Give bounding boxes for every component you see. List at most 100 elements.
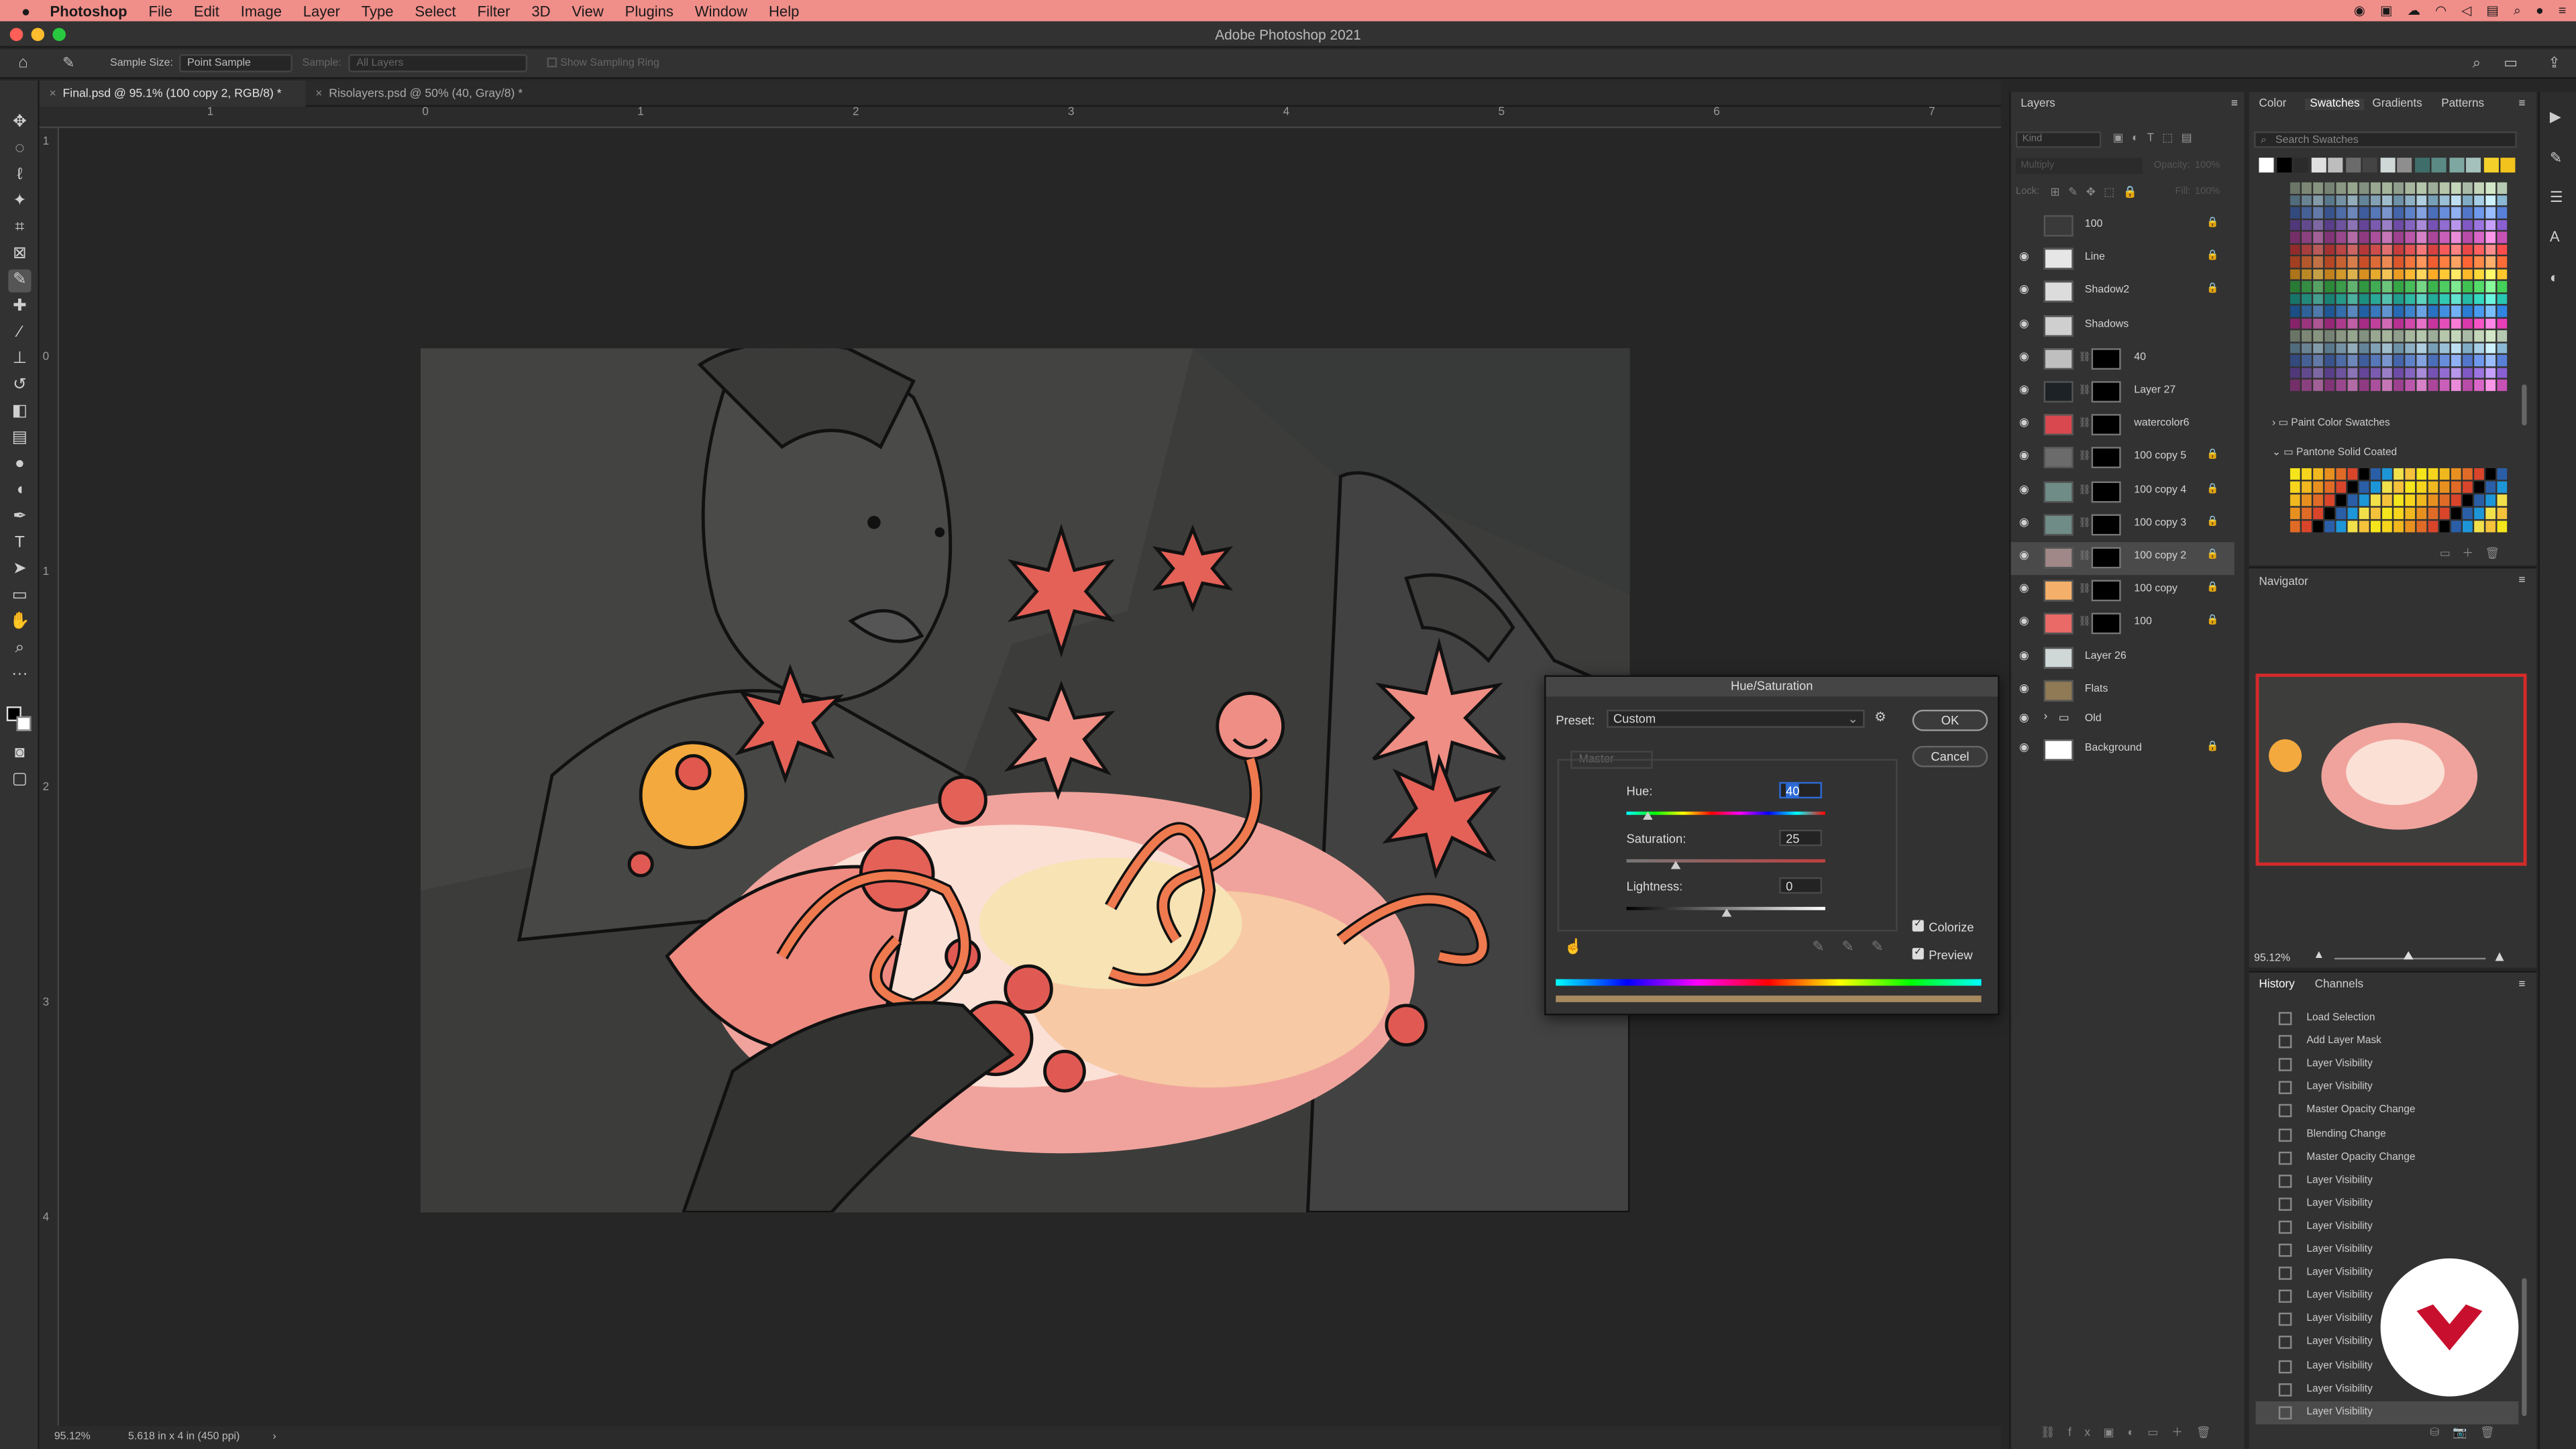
swatch[interactable]: [2463, 231, 2473, 243]
layer-name[interactable]: Layer 26: [2085, 650, 2127, 661]
panel-menu-icon[interactable]: ≡: [2518, 99, 2525, 110]
visibility-eye-icon[interactable]: ◉: [2019, 616, 2033, 630]
eyedropper-icon[interactable]: ✎: [1812, 938, 1824, 956]
swatch[interactable]: [2359, 305, 2369, 317]
swatch[interactable]: [2485, 195, 2496, 206]
swatch[interactable]: [2416, 342, 2427, 354]
swatch[interactable]: [2359, 195, 2369, 206]
apple-icon[interactable]: ●: [21, 3, 30, 19]
swatch[interactable]: [2463, 280, 2473, 292]
layer-mask-thumbnail[interactable]: [2091, 381, 2121, 403]
layer-mask-thumbnail[interactable]: [2091, 447, 2121, 469]
swatch[interactable]: [2347, 195, 2358, 206]
dodge-tool-icon[interactable]: ◖: [8, 480, 31, 502]
swatch[interactable]: [2324, 244, 2335, 255]
layer-thumbnail[interactable]: [2043, 514, 2074, 535]
more-tools-icon[interactable]: ···: [8, 663, 31, 686]
swatch[interactable]: [2405, 379, 2416, 390]
swatch[interactable]: [2290, 256, 2300, 267]
layer-name[interactable]: 100 copy 5: [2134, 451, 2186, 462]
layer-mask-thumbnail[interactable]: [2091, 547, 2121, 569]
zoom-in-icon[interactable]: ▲: [2492, 948, 2507, 964]
swatch[interactable]: [2313, 379, 2323, 390]
swatch[interactable]: [2416, 379, 2427, 390]
swatch[interactable]: [2324, 468, 2335, 480]
panel-menu-icon[interactable]: ≡: [2518, 575, 2525, 586]
swatch[interactable]: [2416, 231, 2427, 243]
swatch[interactable]: [2347, 293, 2358, 305]
swatch[interactable]: [2313, 330, 2323, 341]
swatch[interactable]: [2302, 468, 2312, 480]
swatch[interactable]: [2451, 367, 2461, 378]
search-icon[interactable]: ⌕: [2514, 3, 2521, 19]
swatch[interactable]: [2370, 494, 2381, 506]
layer-thumbnail[interactable]: [2043, 414, 2074, 436]
swatch[interactable]: [2324, 342, 2335, 354]
swatch[interactable]: [2485, 280, 2496, 292]
swatch[interactable]: [2302, 494, 2312, 506]
swatch[interactable]: [2382, 330, 2392, 341]
visibility-eye-icon[interactable]: ◉: [2019, 352, 2033, 365]
layer-row[interactable]: ◉ ⛓ 40: [2011, 343, 2235, 376]
swatch[interactable]: [2463, 317, 2473, 329]
swatch[interactable]: [2428, 507, 2438, 519]
navigator-title[interactable]: Navigator: [2259, 577, 2308, 588]
swatch[interactable]: [2290, 330, 2300, 341]
eraser-tool-icon[interactable]: ◧: [8, 401, 31, 424]
swatch[interactable]: [2382, 256, 2392, 267]
swatch[interactable]: [2451, 231, 2461, 243]
swatch[interactable]: [2405, 195, 2416, 206]
swatch[interactable]: [2290, 468, 2300, 480]
swatch[interactable]: [2290, 182, 2300, 193]
swatch[interactable]: [2405, 305, 2416, 317]
swatch[interactable]: [2394, 268, 2404, 280]
menu-image[interactable]: Image: [241, 3, 282, 19]
swatch[interactable]: [2313, 182, 2323, 193]
swatch[interactable]: [2474, 494, 2484, 506]
swatch[interactable]: [2290, 354, 2300, 366]
swatch[interactable]: [2359, 268, 2369, 280]
swatch[interactable]: [2428, 207, 2438, 218]
colorize-checkbox[interactable]: ✓: [1912, 920, 1924, 932]
eyedropper-tool-preset-icon[interactable]: ✎: [62, 54, 74, 72]
swatch[interactable]: [2313, 305, 2323, 317]
swatch[interactable]: [2336, 379, 2347, 390]
swatch[interactable]: [2439, 293, 2450, 305]
tab-color[interactable]: Color: [2259, 99, 2286, 110]
swatch[interactable]: [2370, 367, 2381, 378]
swatch[interactable]: [2370, 507, 2381, 519]
pen-tool-icon[interactable]: ✒: [8, 506, 31, 529]
type-tool-icon[interactable]: T: [8, 532, 31, 555]
layer-row[interactable]: ◉ ⛓ 100 copy 2 🔒: [2010, 542, 2235, 576]
swatch[interactable]: [2290, 219, 2300, 230]
swatch[interactable]: [2336, 280, 2347, 292]
frame-tool-icon[interactable]: ⊠: [8, 243, 31, 266]
swatch[interactable]: [2313, 280, 2323, 292]
swatch[interactable]: [2394, 231, 2404, 243]
swatch[interactable]: [2302, 317, 2312, 329]
blend-mode-select[interactable]: Multiply: [2015, 158, 2143, 174]
swatch[interactable]: [2347, 507, 2358, 519]
swatch[interactable]: [2474, 182, 2484, 193]
swatch[interactable]: [2302, 354, 2312, 366]
layer-name[interactable]: watercolor6: [2134, 418, 2189, 429]
swatch[interactable]: [2290, 379, 2300, 390]
swatch-grid[interactable]: [2290, 182, 2508, 392]
swatch[interactable]: [2428, 182, 2438, 193]
layer-row[interactable]: ◉ Shadows: [2011, 310, 2235, 343]
swatch[interactable]: [2428, 219, 2438, 230]
swatch[interactable]: [2485, 354, 2496, 366]
swatch[interactable]: [2347, 305, 2358, 317]
swatch[interactable]: [2359, 244, 2369, 255]
swatch[interactable]: [2347, 354, 2358, 366]
status-menu-icon[interactable]: ›: [273, 1426, 276, 1449]
swatch[interactable]: [2451, 330, 2461, 341]
swatch[interactable]: [2416, 507, 2427, 519]
link-icon[interactable]: ⛓: [2078, 517, 2091, 529]
swatch[interactable]: [2463, 494, 2473, 506]
history-item[interactable]: Load Selection: [2255, 1007, 2518, 1030]
swatch[interactable]: [2394, 219, 2404, 230]
menu-plugins[interactable]: Plugins: [625, 3, 674, 19]
history-item[interactable]: Layer Visibility: [2255, 1077, 2518, 1099]
swatch[interactable]: [2382, 280, 2392, 292]
